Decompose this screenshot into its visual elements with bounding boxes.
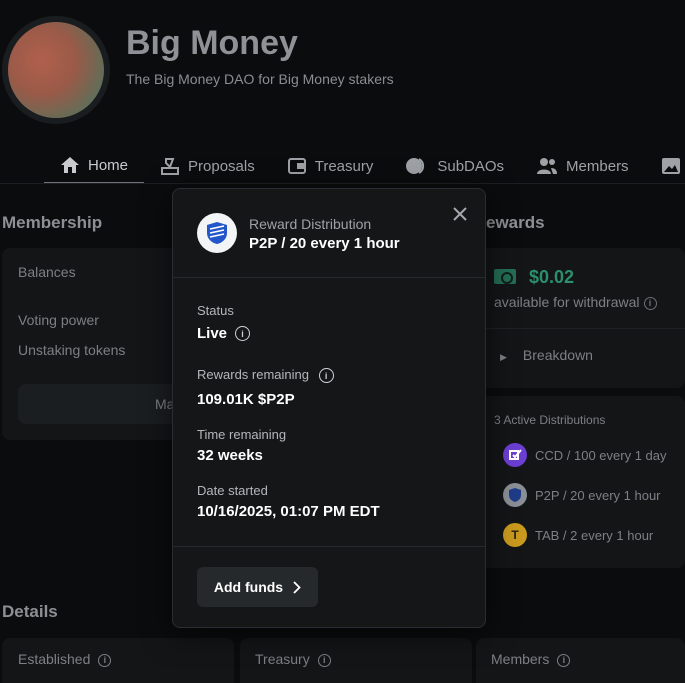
tab-proposals[interactable]: Proposals (144, 148, 271, 184)
modal-title: P2P / 20 every 1 hour (249, 235, 400, 252)
tab-token-icon: T (503, 523, 527, 547)
rewards-remaining-value: 109.01K $P2P (197, 391, 295, 408)
info-icon[interactable]: i (318, 368, 334, 384)
add-funds-button[interactable]: Add funds (197, 567, 318, 607)
rewards-remaining-label-row: Rewards remaining i (197, 367, 334, 384)
proposals-icon (160, 157, 180, 175)
image-icon (661, 157, 681, 175)
dao-title: Big Money (126, 24, 298, 62)
tab-members[interactable]: Members (520, 148, 645, 184)
tab-subdaos-label: SubDAOs (437, 157, 505, 175)
rewards-divider (478, 328, 685, 329)
breakdown-label: Breakdown (522, 347, 593, 363)
home-icon (60, 156, 80, 174)
status-label: Status (197, 303, 234, 318)
info-icon: i (317, 653, 331, 667)
treasury-label: Treasury i (255, 651, 331, 667)
distribution-label: P2P / 20 every 1 hour (535, 487, 661, 503)
active-distributions-label: 3 Active Distributions (494, 413, 606, 427)
voting-power-label: Voting power (18, 312, 99, 328)
details-title: Details (2, 602, 58, 621)
tab-treasury[interactable]: Treasury (271, 148, 390, 184)
close-icon (453, 207, 467, 221)
manage-button[interactable]: Ma (18, 384, 178, 424)
established-label: Established i (18, 651, 112, 667)
tab-members-label: Members (566, 157, 629, 175)
date-started-label: Date started (197, 483, 268, 498)
reward-caption: available for withdrawal i (494, 294, 657, 310)
tab-gallery[interactable] (645, 148, 685, 184)
treasury-icon (287, 157, 307, 175)
tab-home[interactable]: Home (44, 148, 145, 184)
reward-caption-text: available for withdrawal (494, 294, 640, 310)
time-remaining-label: Time remaining (197, 427, 287, 442)
nav-divider (0, 183, 685, 184)
tab-treasury-label: Treasury (314, 157, 374, 175)
p2p-token-icon (503, 483, 527, 507)
distribution-label: TAB / 2 every 1 hour (535, 527, 654, 543)
subdaos-icon (405, 157, 429, 175)
info-icon[interactable]: i (235, 326, 251, 341)
time-remaining-value: 32 weeks (197, 447, 263, 464)
distribution-item[interactable]: CCD / 100 every 1 day (503, 443, 667, 467)
rewards-title: ewards (486, 213, 545, 232)
membership-title: Membership (2, 213, 103, 232)
add-funds-label: Add funds (213, 579, 284, 595)
chevron-right-icon (293, 580, 301, 594)
dao-description: The Big Money DAO for Big Money stakers (126, 71, 394, 87)
unstaking-label: Unstaking tokens (18, 342, 126, 358)
tab-proposals-label: Proposals (188, 157, 255, 175)
breakdown-toggle[interactable]: ▶ Breakdown (500, 347, 593, 363)
balances-label: Balances (18, 264, 76, 280)
modal-footer-divider (173, 546, 485, 547)
p2p-token-icon (197, 213, 237, 253)
members-label: Members i (491, 651, 571, 667)
dao-avatar (2, 16, 110, 124)
info-icon: i (98, 653, 112, 667)
dao-avatar-image (8, 22, 104, 118)
info-icon: i (557, 653, 571, 667)
modal-header: Reward Distribution P2P / 20 every 1 hou… (173, 189, 485, 278)
date-started-value: 10/16/2025, 01:07 PM EDT (197, 503, 380, 520)
reward-amount: $0.02 (529, 267, 575, 287)
status-value-row: Live i (197, 325, 251, 342)
info-icon: i (643, 296, 657, 310)
chevron-right-icon: ▶ (500, 352, 507, 362)
established-label-text: Established (18, 651, 91, 667)
distribution-label: CCD / 100 every 1 day (535, 447, 667, 463)
tab-home-label: Home (88, 156, 129, 174)
treasury-label-text: Treasury (255, 651, 310, 667)
distribution-item[interactable]: T TAB / 2 every 1 hour (503, 523, 653, 547)
tab-subdaos[interactable]: SubDAOs (389, 148, 520, 184)
reward-distribution-modal: Reward Distribution P2P / 20 every 1 hou… (172, 188, 486, 628)
status-value: Live (197, 325, 228, 342)
dao-tabs: Home Proposals Treasury SubDAOs Members (44, 148, 685, 184)
distribution-item[interactable]: P2P / 20 every 1 hour (503, 483, 661, 507)
modal-kicker: Reward Distribution (249, 216, 372, 232)
members-label-text: Members (491, 651, 550, 667)
rewards-remaining-label: Rewards remaining (197, 367, 309, 382)
ccd-token-icon (503, 443, 527, 467)
money-icon (494, 269, 516, 284)
close-button[interactable] (449, 203, 471, 225)
members-icon (536, 157, 558, 175)
